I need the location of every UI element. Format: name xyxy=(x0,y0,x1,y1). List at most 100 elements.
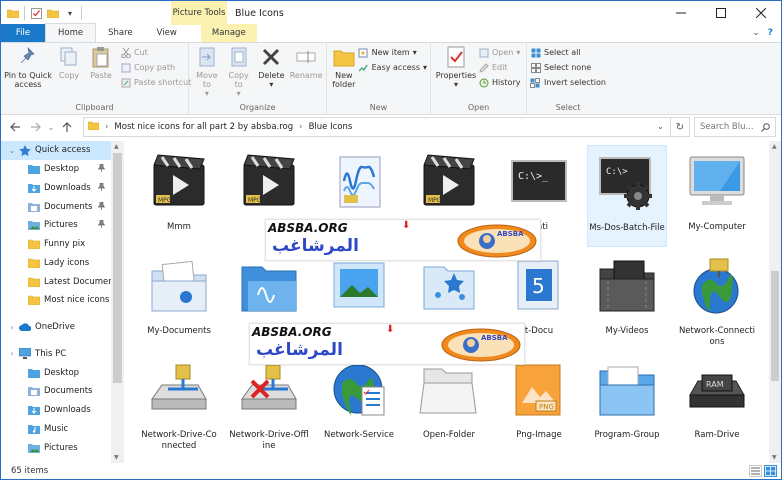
history-button[interactable]: History xyxy=(478,77,520,88)
new-folder-icon[interactable] xyxy=(47,7,59,19)
file-tile[interactable]: My-Computer xyxy=(677,145,757,247)
file-name: Network-Drive-Offline xyxy=(229,430,309,451)
sidebar-item-downloads[interactable]: Downloads xyxy=(1,179,124,198)
file-view-scrollbar[interactable]: ▲ ▼ xyxy=(769,141,781,463)
sidebar-item-lady-icons[interactable]: Lady icons xyxy=(1,254,124,273)
new-item-button[interactable]: New item ▾ xyxy=(358,47,427,58)
properties-icon[interactable] xyxy=(30,7,42,19)
scroll-up-icon[interactable]: ▲ xyxy=(772,143,777,150)
file-tile[interactable]: Program-Group xyxy=(587,353,667,455)
invert-selection-button[interactable]: Invert selection xyxy=(530,77,606,88)
forward-button[interactable] xyxy=(25,117,45,137)
paste-shortcut-button[interactable]: Paste shortcut xyxy=(120,77,191,88)
sidebar-item-this-pc[interactable]: › This PC xyxy=(1,345,124,364)
customize-qat-icon[interactable]: ▾ xyxy=(64,7,76,19)
file-tile[interactable]: My-Documents xyxy=(139,249,219,351)
scroll-up-icon[interactable]: ▲ xyxy=(114,143,119,150)
move-to-button[interactable]: Move to ▾ xyxy=(192,45,222,98)
easy-access-button[interactable]: Easy access ▾ xyxy=(358,62,427,73)
sidebar-item-documents[interactable]: Documents xyxy=(1,197,124,216)
chevron-right-icon[interactable]: › xyxy=(5,349,19,358)
pin-quick-access-button[interactable]: Pin to Quick access xyxy=(4,45,52,89)
file-tile[interactable]: C:\> Ms-Dos-Batch-File xyxy=(587,145,667,247)
breadcrumb-segment[interactable]: Most nice icons for all part 2 by absba.… xyxy=(114,122,293,132)
sidebar-item-onedrive[interactable]: › OneDrive xyxy=(1,318,124,337)
search-box[interactable]: Search Blu... xyxy=(694,117,776,137)
tab-manage[interactable]: Manage xyxy=(200,24,257,42)
tab-home[interactable]: Home xyxy=(45,23,97,42)
desktop-icon xyxy=(28,367,40,378)
breadcrumb-segment[interactable]: Blue Icons xyxy=(309,122,353,132)
paste-button[interactable]: Paste xyxy=(86,45,116,89)
file-tile[interactable]: Network-Service xyxy=(319,353,399,455)
sidebar-item-pictures[interactable]: Pictures xyxy=(1,216,124,235)
sidebar-item-downloads[interactable]: Downloads xyxy=(1,401,124,420)
sidebar-item-most-nice-icons-f[interactable]: Most nice icons f xyxy=(1,291,124,310)
file-tile[interactable]: Open-Folder xyxy=(409,353,489,455)
sidebar-item-label: Lady icons xyxy=(44,257,90,268)
arrow-left-icon xyxy=(9,122,20,132)
sidebar-item-pictures[interactable]: Pictures xyxy=(1,438,124,457)
tab-file[interactable]: File xyxy=(1,24,45,42)
new-group-label: New xyxy=(369,103,388,112)
recent-locations-button[interactable]: ⌄ xyxy=(45,117,57,137)
edit-button[interactable]: Edit xyxy=(478,62,520,73)
cut-button[interactable]: Cut xyxy=(120,47,191,58)
properties-icon xyxy=(445,45,467,69)
help-icon[interactable]: ? xyxy=(768,28,773,38)
pin-icon xyxy=(17,45,39,69)
sidebar-item-desktop[interactable]: Desktop xyxy=(1,363,124,382)
file-tile[interactable]: RAM Ram-Drive xyxy=(677,353,757,455)
file-tile[interactable]: Network-Drive-Connected xyxy=(139,353,219,455)
copy-button[interactable]: Copy xyxy=(54,45,84,89)
copy-to-button[interactable]: Copy to ▾ xyxy=(224,45,254,98)
new-folder-button[interactable]: New folder xyxy=(330,45,358,89)
delete-button[interactable]: Delete ▾ xyxy=(256,45,288,98)
navigation-pane-scrollbar[interactable]: ▲ ▼ xyxy=(111,141,124,463)
file-tile[interactable]: Network-Drive-Offline xyxy=(229,353,309,455)
sidebar-item-documents[interactable]: Documents xyxy=(1,382,124,401)
minimize-button[interactable] xyxy=(661,1,701,25)
file-tile[interactable]: MPG Mmm xyxy=(139,145,219,247)
scroll-down-icon[interactable]: ▼ xyxy=(772,454,777,461)
up-button[interactable] xyxy=(57,117,77,137)
sidebar-item-music[interactable]: Music xyxy=(1,420,124,439)
sidebar-item-quick-access[interactable]: ⌄ Quick access xyxy=(1,141,124,160)
file-tile[interactable]: My-Videos xyxy=(587,249,667,351)
sidebar-item-funny-pix[interactable]: Funny pix xyxy=(1,235,124,254)
properties-button[interactable]: Properties ▾ xyxy=(434,45,478,89)
search-input[interactable]: Search Blu... xyxy=(700,122,754,132)
sidebar-item-latest-documen[interactable]: Latest Documen xyxy=(1,272,124,291)
copy-path-button[interactable]: Copy path xyxy=(120,62,191,73)
back-button[interactable] xyxy=(5,117,25,137)
batch-thumbnail-icon: C:\> xyxy=(592,148,662,218)
file-tile[interactable]: Network-Connections xyxy=(677,249,757,351)
pc-icon xyxy=(19,348,31,360)
select-all-button[interactable]: Select all xyxy=(530,47,606,58)
tab-share[interactable]: Share xyxy=(96,24,145,42)
openfolder-thumbnail-icon xyxy=(414,355,484,425)
details-view-button[interactable] xyxy=(749,465,762,477)
chevron-down-icon[interactable]: ⌄ xyxy=(752,28,760,38)
scrollbar-thumb[interactable] xyxy=(113,153,122,383)
easy-access-icon xyxy=(358,62,369,73)
large-icons-view-button[interactable] xyxy=(764,465,777,477)
cloud-icon xyxy=(19,322,31,333)
chevron-right-icon[interactable]: ⌄ xyxy=(5,146,19,155)
tab-view[interactable]: View xyxy=(145,24,189,42)
chevron-right-icon[interactable]: › xyxy=(5,323,19,332)
scrollbar-thumb[interactable] xyxy=(771,271,779,381)
address-bar[interactable]: › Most nice icons for all part 2 by absb… xyxy=(83,117,671,137)
scroll-down-icon[interactable]: ▼ xyxy=(114,454,119,461)
refresh-button[interactable]: ↻ xyxy=(671,117,690,137)
address-dropdown-icon[interactable]: ⌄ xyxy=(657,122,664,132)
status-bar: 65 items xyxy=(1,463,781,479)
open-button[interactable]: Open ▾ xyxy=(478,47,520,58)
select-none-button[interactable]: Select none xyxy=(530,62,606,73)
sidebar-item-desktop[interactable]: Desktop xyxy=(1,160,124,179)
desktop-icon xyxy=(28,164,40,175)
rename-button[interactable]: Rename xyxy=(289,45,323,98)
maximize-button[interactable] xyxy=(701,1,741,25)
close-button[interactable] xyxy=(741,1,781,25)
file-tile[interactable]: PNG Png-Image xyxy=(499,353,579,455)
